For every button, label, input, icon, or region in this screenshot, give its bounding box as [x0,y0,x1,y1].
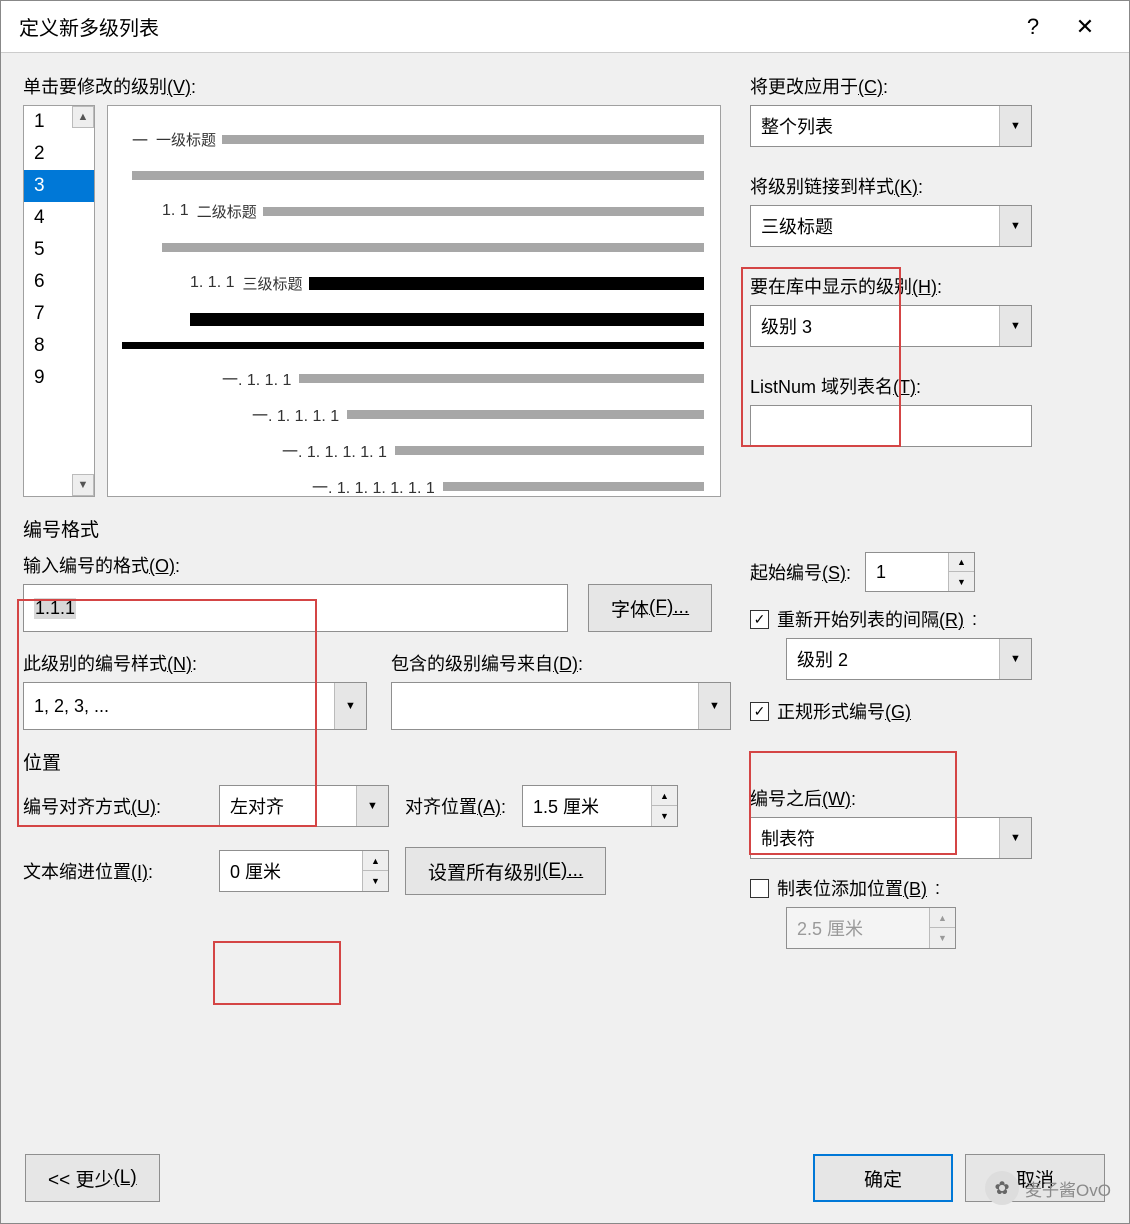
show-gallery-label: 要在库中显示的级别(H): [750,273,1107,299]
link-style-combo[interactable]: 三级标题▼ [750,205,1032,247]
list-preview: 一一级标题1. 1二级标题1. 1. 1三级标题 一. 1. 1. 1一. 1.… [107,105,721,497]
follow-number-label: 编号之后(W): [750,785,1107,811]
dialog-title: 定义新多级列表 [19,12,1007,41]
number-alignment-label: 编号对齐方式(U): [23,793,203,819]
start-at-spinner[interactable]: 1 ▲ ▼ [865,552,975,592]
follow-number-combo[interactable]: 制表符▼ [750,817,1032,859]
level-item[interactable]: 6 [24,266,94,298]
chevron-down-icon: ▼ [999,206,1031,246]
spinner-down-icon[interactable]: ▼ [948,572,974,591]
position-section-title: 位置 [23,748,1107,775]
annotation-box [213,941,341,1005]
spinner-down-icon[interactable]: ▼ [362,871,388,891]
spinner-up-icon[interactable]: ▲ [362,851,388,871]
close-icon[interactable]: ✕ [1059,1,1111,53]
listnum-input[interactable] [750,405,1032,447]
titlebar: 定义新多级列表 ? ✕ [1,1,1129,53]
link-style-label: 将级别链接到样式(K): [750,173,1107,199]
restart-after-checkbox[interactable]: ✓ 重新开始列表的间隔(R): [750,606,1107,632]
level-item[interactable]: 7 [24,298,94,330]
apply-to-label: 将更改应用于(C): [750,73,1107,99]
aligned-at-spinner[interactable]: 1.5 厘米 ▲ ▼ [522,785,678,827]
help-icon[interactable]: ? [1007,1,1059,53]
listnum-label: ListNum 域列表名(T): [750,373,1107,399]
add-tab-stop-spinner: 2.5 厘米 ▲ ▼ [786,907,956,949]
enter-format-label: 输入编号的格式(O): [23,552,730,578]
aligned-at-label: 对齐位置(A): [405,793,506,819]
chevron-down-icon: ▼ [999,818,1031,858]
ok-button[interactable]: 确定 [813,1154,953,1202]
click-level-label: 单击要修改的级别(V): [23,73,730,99]
scroll-up-icon[interactable]: ▲ [72,106,94,128]
chevron-down-icon: ▼ [698,683,730,729]
add-tab-stop-checkbox[interactable]: 制表位添加位置(B): [750,875,1107,901]
number-style-combo[interactable]: 1, 2, 3, ...▼ [23,682,367,730]
dialog-define-multilevel-list: 定义新多级列表 ? ✕ 单击要修改的级别(V): ▲ 123456789 ▼ 一… [0,0,1130,1224]
watermark: ✿ 麦子酱OvO [985,1171,1111,1205]
level-item[interactable]: 9 [24,362,94,394]
level-list[interactable]: ▲ 123456789 ▼ [23,105,95,497]
chevron-down-icon: ▼ [999,639,1031,679]
chevron-down-icon: ▼ [999,306,1031,346]
checkbox-icon: ✓ [750,610,769,629]
include-level-combo[interactable]: ▼ [391,682,731,730]
level-item[interactable]: 3 [24,170,94,202]
show-gallery-combo[interactable]: 级别 3▼ [750,305,1032,347]
scroll-down-icon[interactable]: ▼ [72,474,94,496]
legal-format-checkbox[interactable]: ✓ 正规形式编号(G) [750,698,1107,724]
less-button[interactable]: << 更少(L) [25,1154,160,1202]
wechat-icon: ✿ [985,1171,1019,1205]
text-indent-spinner[interactable]: 0 厘米 ▲ ▼ [219,850,389,892]
spinner-up-icon[interactable]: ▲ [948,553,974,572]
spinner-down-icon[interactable]: ▼ [651,806,677,826]
checkbox-icon: ✓ [750,702,769,721]
number-style-label: 此级别的编号样式(N): [23,650,367,676]
start-at-label: 起始编号(S): [750,559,851,585]
number-alignment-combo[interactable]: 左对齐▼ [219,785,389,827]
spinner-up-icon: ▲ [929,908,955,928]
chevron-down-icon: ▼ [334,683,366,729]
restart-after-combo[interactable]: 级别 2▼ [786,638,1032,680]
checkbox-icon [750,879,769,898]
spinner-down-icon: ▼ [929,928,955,948]
apply-to-combo[interactable]: 整个列表▼ [750,105,1032,147]
level-item[interactable]: 5 [24,234,94,266]
chevron-down-icon: ▼ [999,106,1031,146]
font-button[interactable]: 字体(F)... [588,584,712,632]
set-all-levels-button[interactable]: 设置所有级别(E)... [405,847,606,895]
number-format-section-title: 编号格式 [23,515,1107,542]
chevron-down-icon: ▼ [356,786,388,826]
text-indent-label: 文本缩进位置(I): [23,858,203,884]
include-level-label: 包含的级别编号来自(D): [391,650,731,676]
number-format-input[interactable]: 1.1.1 [23,584,568,632]
level-item[interactable]: 2 [24,138,94,170]
spinner-up-icon[interactable]: ▲ [651,786,677,806]
level-item[interactable]: 4 [24,202,94,234]
level-item[interactable]: 8 [24,330,94,362]
